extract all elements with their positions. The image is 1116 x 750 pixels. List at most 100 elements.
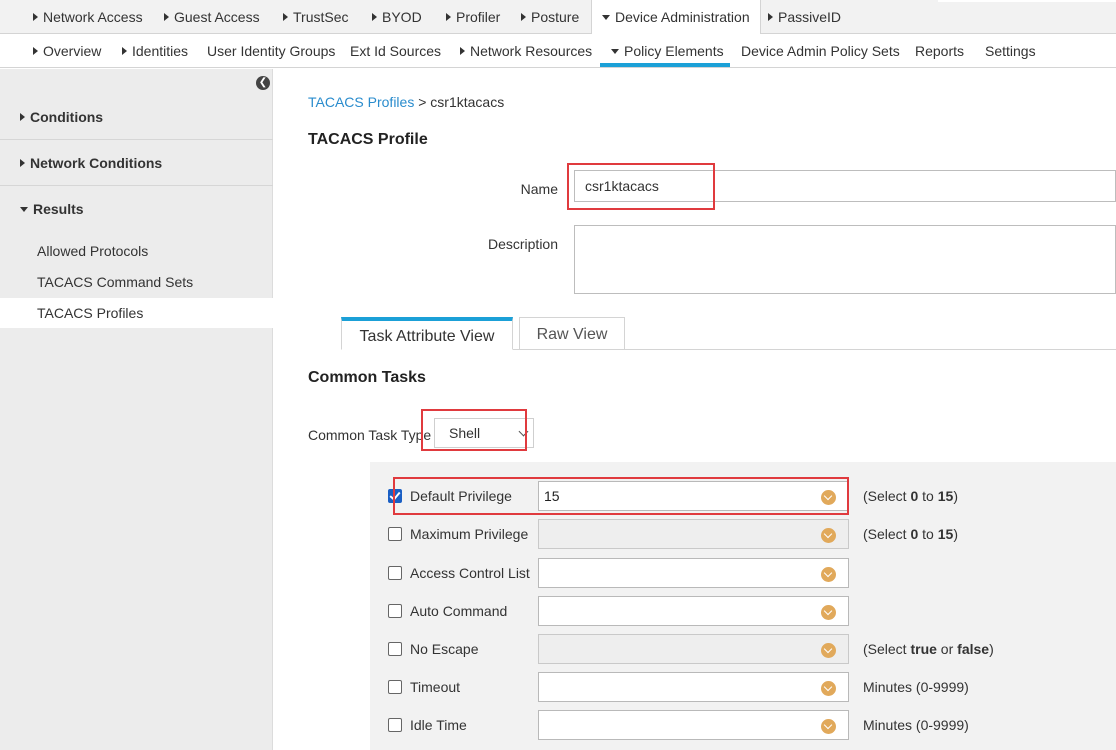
sidebar-item-allowed-protocols[interactable]: Allowed Protocols — [0, 236, 273, 266]
sidebar-section-network-conditions[interactable]: Network Conditions — [0, 140, 273, 186]
maximum-privilege-checkbox[interactable] — [388, 527, 402, 541]
caret-right-icon — [283, 13, 288, 21]
tab-raw-view[interactable]: Raw View — [519, 317, 625, 350]
caret-down-icon — [602, 15, 610, 20]
dropdown-icon[interactable] — [821, 490, 836, 505]
breadcrumb: TACACS Profiles > csr1ktacacs — [308, 94, 504, 110]
top-nav-label: Network Access — [43, 9, 143, 25]
auto-command-checkbox[interactable] — [388, 604, 402, 618]
sub-nav-reports[interactable]: Reports — [915, 34, 964, 68]
access-control-list-label: Access Control List — [410, 565, 530, 581]
timeout-label: Timeout — [410, 679, 461, 695]
tab-task-attribute-view[interactable]: Task Attribute View — [341, 317, 513, 350]
top-navigation: Network Access Guest Access TrustSec BYO… — [0, 0, 1116, 35]
access-control-list-combo[interactable] — [538, 558, 849, 588]
hint-text: to — [918, 526, 938, 542]
top-nav-label: BYOD — [382, 9, 422, 25]
default-privilege-hint: (Select 0 to 15) — [863, 488, 958, 504]
description-textarea[interactable] — [574, 225, 1116, 294]
dropdown-icon[interactable] — [821, 719, 836, 734]
name-input[interactable] — [574, 170, 1116, 202]
sidebar-section-results[interactable]: Results — [0, 186, 273, 232]
top-nav-label: Guest Access — [174, 9, 260, 25]
hint-text: ) — [953, 526, 958, 542]
default-privilege-label: Default Privilege — [410, 488, 512, 504]
top-nav-device-administration[interactable]: Device Administration — [591, 0, 761, 35]
top-nav-label: Profiler — [456, 9, 501, 25]
page-title: TACACS Profile — [308, 131, 428, 148]
timeout-checkbox[interactable] — [388, 680, 402, 694]
top-nav-filler — [938, 0, 1116, 2]
timeout-hint: Minutes (0-9999) — [863, 679, 969, 695]
no-escape-combo — [538, 634, 849, 664]
caret-right-icon — [460, 47, 465, 55]
sub-nav-user-identity-groups[interactable]: User Identity Groups — [207, 34, 335, 68]
top-nav-trustsec[interactable]: TrustSec — [283, 0, 349, 34]
sidebar-section-conditions[interactable]: Conditions — [0, 94, 273, 140]
caret-right-icon — [446, 13, 451, 21]
top-nav-guest-access[interactable]: Guest Access — [164, 0, 260, 34]
caret-right-icon — [164, 13, 169, 21]
breadcrumb-parent-link[interactable]: TACACS Profiles — [308, 94, 414, 110]
top-nav-label: PassiveID — [778, 9, 842, 25]
maximum-privilege-label: Maximum Privilege — [410, 526, 529, 542]
caret-right-icon — [122, 47, 127, 55]
sidebar-item-tacacs-command-sets[interactable]: TACACS Command Sets — [0, 267, 273, 297]
caret-right-icon — [768, 13, 773, 21]
idle-time-checkbox[interactable] — [388, 718, 402, 732]
sub-nav-device-admin-policy-sets[interactable]: Device Admin Policy Sets — [741, 34, 900, 68]
dropdown-icon[interactable] — [821, 681, 836, 696]
sub-nav-identities[interactable]: Identities — [122, 34, 188, 68]
default-privilege-combo[interactable]: 15 — [538, 481, 849, 511]
hint-text: (Select — [863, 488, 911, 504]
hint-text: (Select — [863, 526, 911, 542]
sub-nav-ext-id-sources[interactable]: Ext Id Sources — [350, 34, 441, 68]
sidebar: ❮ Conditions Network Conditions Results … — [0, 69, 273, 750]
sub-nav-settings[interactable]: Settings — [985, 34, 1036, 68]
top-nav-profiler[interactable]: Profiler — [446, 0, 500, 34]
dropdown-icon — [821, 528, 836, 543]
description-label: Description — [487, 236, 558, 252]
maximum-privilege-combo — [538, 519, 849, 549]
top-nav-posture[interactable]: Posture — [521, 0, 579, 34]
maximum-privilege-hint: (Select 0 to 15) — [863, 526, 958, 542]
breadcrumb-separator: > — [418, 94, 427, 110]
sub-nav-overview[interactable]: Overview — [33, 34, 101, 68]
hint-bold: 15 — [937, 488, 954, 504]
timeout-combo[interactable] — [538, 672, 849, 702]
no-escape-checkbox[interactable] — [388, 642, 402, 656]
caret-right-icon — [20, 113, 25, 121]
dropdown-icon[interactable] — [821, 605, 836, 620]
hint-text: ) — [953, 488, 958, 504]
sub-nav-label: Device Admin Policy Sets — [741, 43, 900, 59]
idle-time-label: Idle Time — [410, 717, 467, 733]
sub-nav-label: Ext Id Sources — [350, 43, 442, 59]
sidebar-section-label: Conditions — [30, 109, 104, 125]
hint-bold: 15 — [937, 526, 954, 542]
breadcrumb-current: csr1ktacacs — [430, 94, 505, 110]
top-nav-label: Device Administration — [615, 9, 750, 25]
top-nav-passiveid[interactable]: PassiveID — [768, 0, 841, 34]
chevron-down-icon — [518, 426, 529, 437]
collapse-sidebar-icon[interactable]: ❮ — [256, 76, 270, 90]
caret-down-icon — [611, 49, 619, 54]
common-task-type-select[interactable]: Shell — [434, 418, 534, 448]
access-control-list-checkbox[interactable] — [388, 566, 402, 580]
top-nav-network-access[interactable]: Network Access — [33, 0, 143, 34]
idle-time-combo[interactable] — [538, 710, 849, 740]
sidebar-item-label: Allowed Protocols — [37, 243, 149, 259]
sub-nav-label: Overview — [43, 43, 102, 59]
sidebar-item-label: TACACS Profiles — [37, 305, 144, 321]
hint-text: ) — [989, 641, 994, 657]
dropdown-icon[interactable] — [821, 567, 836, 582]
idle-time-hint: Minutes (0-9999) — [863, 717, 969, 733]
sidebar-section-label: Results — [33, 201, 84, 217]
top-nav-byod[interactable]: BYOD — [372, 0, 422, 34]
default-privilege-checkbox[interactable] — [388, 489, 402, 503]
caret-right-icon — [20, 159, 25, 167]
active-tab-underline — [600, 63, 730, 67]
sidebar-section-label: Network Conditions — [30, 155, 163, 171]
auto-command-combo[interactable] — [538, 596, 849, 626]
sub-nav-network-resources[interactable]: Network Resources — [460, 34, 592, 68]
sidebar-item-tacacs-profiles[interactable]: TACACS Profiles — [0, 298, 273, 328]
